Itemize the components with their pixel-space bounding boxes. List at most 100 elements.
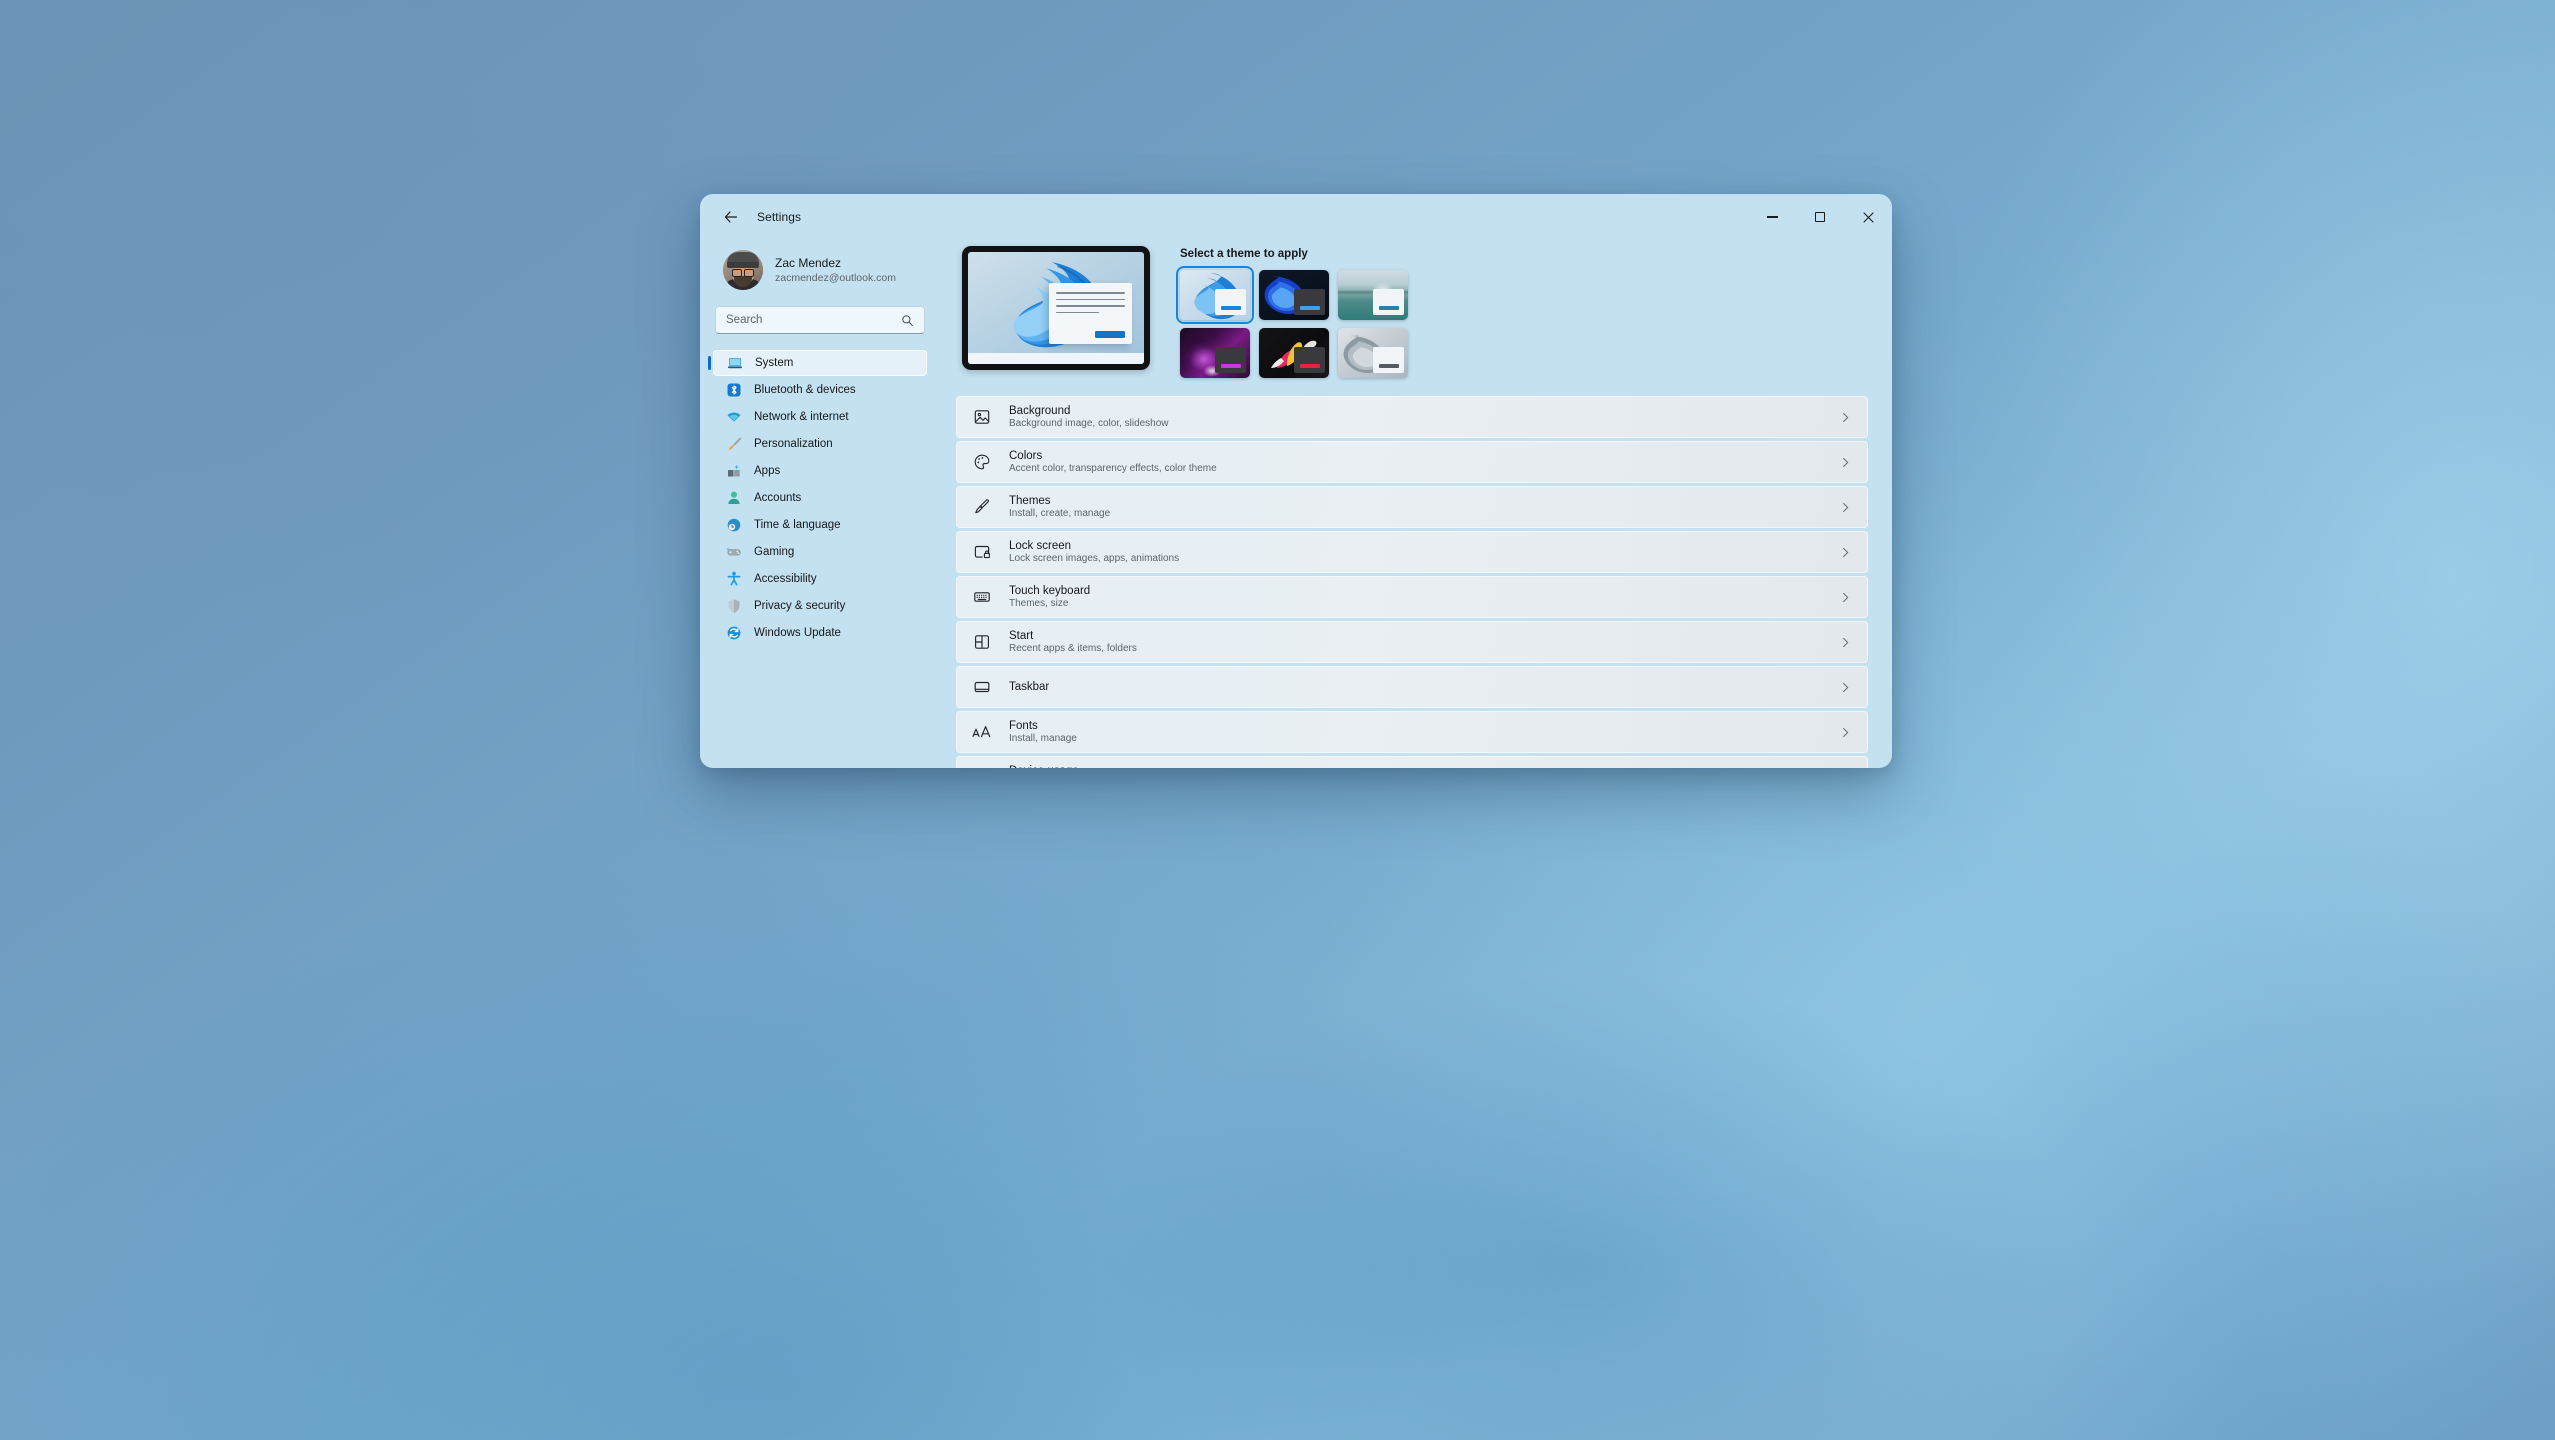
monitor-preview	[962, 246, 1150, 370]
preview-window	[1049, 283, 1132, 343]
lock-screen-icon	[971, 541, 993, 563]
minimize-icon	[1767, 216, 1778, 218]
content-area: Select a theme to apply	[940, 240, 1892, 768]
bluetooth-icon	[726, 382, 742, 398]
preview-screen	[968, 252, 1144, 364]
account-block[interactable]: Zac Mendez zacmendez@outlook.com	[713, 240, 927, 290]
account-email: zacmendez@outlook.com	[775, 272, 896, 284]
sidebar-item-label: System	[755, 357, 793, 369]
theme-tile-flow-light[interactable]	[1338, 328, 1408, 378]
close-icon	[1863, 212, 1874, 223]
theme-tile-captured-motion[interactable]	[1180, 328, 1250, 378]
sidebar-item-label: Accessibility	[754, 573, 817, 585]
theme-thumb-window	[1215, 289, 1246, 315]
settings-row-subtitle: Install, create, manage	[1009, 508, 1840, 519]
search-box[interactable]	[715, 306, 925, 334]
chevron-right-icon	[1840, 412, 1851, 423]
sidebar-item-personalization[interactable]: Personalization	[713, 431, 927, 457]
theme-tile-windows-light[interactable]	[1180, 270, 1250, 320]
settings-row-start[interactable]: Start Recent apps & items, folders	[956, 621, 1868, 663]
window-body: Zac Mendez zacmendez@outlook.com	[700, 240, 1892, 768]
paintbrush-icon	[726, 436, 742, 452]
settings-row-title: Taskbar	[1009, 681, 1840, 693]
settings-row-touch-keyboard[interactable]: Touch keyboard Themes, size	[956, 576, 1868, 618]
window-titlebar: Settings	[700, 194, 1892, 240]
maximize-button[interactable]	[1796, 194, 1844, 240]
chevron-right-icon	[1840, 547, 1851, 558]
settings-row-lock-screen[interactable]: Lock screen Lock screen images, apps, an…	[956, 531, 1868, 573]
wifi-icon	[726, 409, 742, 425]
shield-icon	[726, 598, 742, 614]
theme-tile-windows-dark[interactable]	[1259, 270, 1329, 320]
sidebar-item-label: Network & internet	[754, 411, 849, 423]
clock-icon	[726, 517, 742, 533]
account-name: Zac Mendez	[775, 256, 896, 270]
settings-row-title: Device usage	[1009, 765, 1840, 768]
gamepad-icon	[726, 544, 742, 560]
settings-row-subtitle: Accent color, transparency effects, colo…	[1009, 463, 1840, 474]
window-controls	[1748, 194, 1892, 240]
close-button[interactable]	[1844, 194, 1892, 240]
theme-tile-glow-light[interactable]	[1338, 270, 1408, 320]
settings-row-title: Lock screen	[1009, 540, 1840, 552]
sidebar-item-system[interactable]: System	[713, 350, 927, 376]
settings-row-subtitle: Themes, size	[1009, 598, 1840, 609]
chevron-right-icon	[1840, 457, 1851, 468]
sidebar-item-gaming[interactable]: Gaming	[713, 539, 927, 565]
theme-picker: Select a theme to apply	[1180, 246, 1862, 378]
sidebar-item-label: Gaming	[754, 546, 794, 558]
settings-row-device-usage[interactable]: Device usage Customized suggestions for …	[956, 756, 1868, 768]
back-arrow-icon	[723, 209, 739, 225]
theme-thumb-window	[1215, 347, 1246, 373]
theme-picker-heading: Select a theme to apply	[1180, 248, 1862, 260]
sidebar-item-label: Time & language	[754, 519, 841, 531]
palette-icon	[971, 451, 993, 473]
chevron-right-icon	[1840, 637, 1851, 648]
fonts-icon	[971, 721, 993, 743]
sidebar-item-label: Apps	[754, 465, 780, 477]
sidebar-item-windows-update[interactable]: Windows Update	[713, 620, 927, 646]
settings-row-background[interactable]: Background Background image, color, slid…	[956, 396, 1868, 438]
chevron-right-icon	[1840, 502, 1851, 513]
settings-list: Background Background image, color, slid…	[956, 396, 1868, 768]
sidebar: Zac Mendez zacmendez@outlook.com	[700, 240, 940, 768]
system-icon	[727, 355, 743, 371]
back-button[interactable]	[716, 203, 746, 231]
preview-accent-button	[1095, 331, 1125, 338]
sidebar-item-label: Personalization	[754, 438, 833, 450]
avatar	[723, 250, 763, 290]
picture-icon	[971, 406, 993, 428]
settings-row-colors[interactable]: Colors Accent color, transparency effect…	[956, 441, 1868, 483]
theme-thumb-window	[1294, 347, 1325, 373]
device-usage-icon	[971, 766, 993, 768]
paintbrush-icon	[971, 496, 993, 518]
sidebar-item-accessibility[interactable]: Accessibility	[713, 566, 927, 592]
sidebar-nav: System Bluetooth & devices	[713, 350, 927, 646]
chevron-right-icon	[1840, 727, 1851, 738]
sidebar-item-privacy-security[interactable]: Privacy & security	[713, 593, 927, 619]
sidebar-item-bluetooth-devices[interactable]: Bluetooth & devices	[713, 377, 927, 403]
desktop-wallpaper: Settings	[0, 0, 2555, 1440]
sidebar-item-accounts[interactable]: Accounts	[713, 485, 927, 511]
settings-row-subtitle: Background image, color, slideshow	[1009, 418, 1840, 429]
theme-thumb-window	[1373, 347, 1404, 373]
sidebar-item-network-internet[interactable]: Network & internet	[713, 404, 927, 430]
settings-row-fonts[interactable]: Fonts Install, manage	[956, 711, 1868, 753]
sidebar-item-label: Privacy & security	[754, 600, 845, 612]
window-title: Settings	[757, 210, 801, 224]
preview-and-themes: Select a theme to apply	[956, 246, 1868, 378]
taskbar-icon	[971, 676, 993, 698]
sidebar-item-apps[interactable]: Apps	[713, 458, 927, 484]
settings-row-subtitle: Recent apps & items, folders	[1009, 643, 1840, 654]
search-input[interactable]	[726, 314, 901, 326]
settings-row-taskbar[interactable]: Taskbar	[956, 666, 1868, 708]
theme-thumb-window	[1294, 289, 1325, 315]
apps-icon	[726, 463, 742, 479]
minimize-button[interactable]	[1748, 194, 1796, 240]
accessibility-icon	[726, 571, 742, 587]
settings-row-themes[interactable]: Themes Install, create, manage	[956, 486, 1868, 528]
maximize-icon	[1815, 212, 1825, 222]
settings-row-title: Background	[1009, 405, 1840, 417]
theme-tile-sunrise[interactable]	[1259, 328, 1329, 378]
sidebar-item-time-language[interactable]: Time & language	[713, 512, 927, 538]
